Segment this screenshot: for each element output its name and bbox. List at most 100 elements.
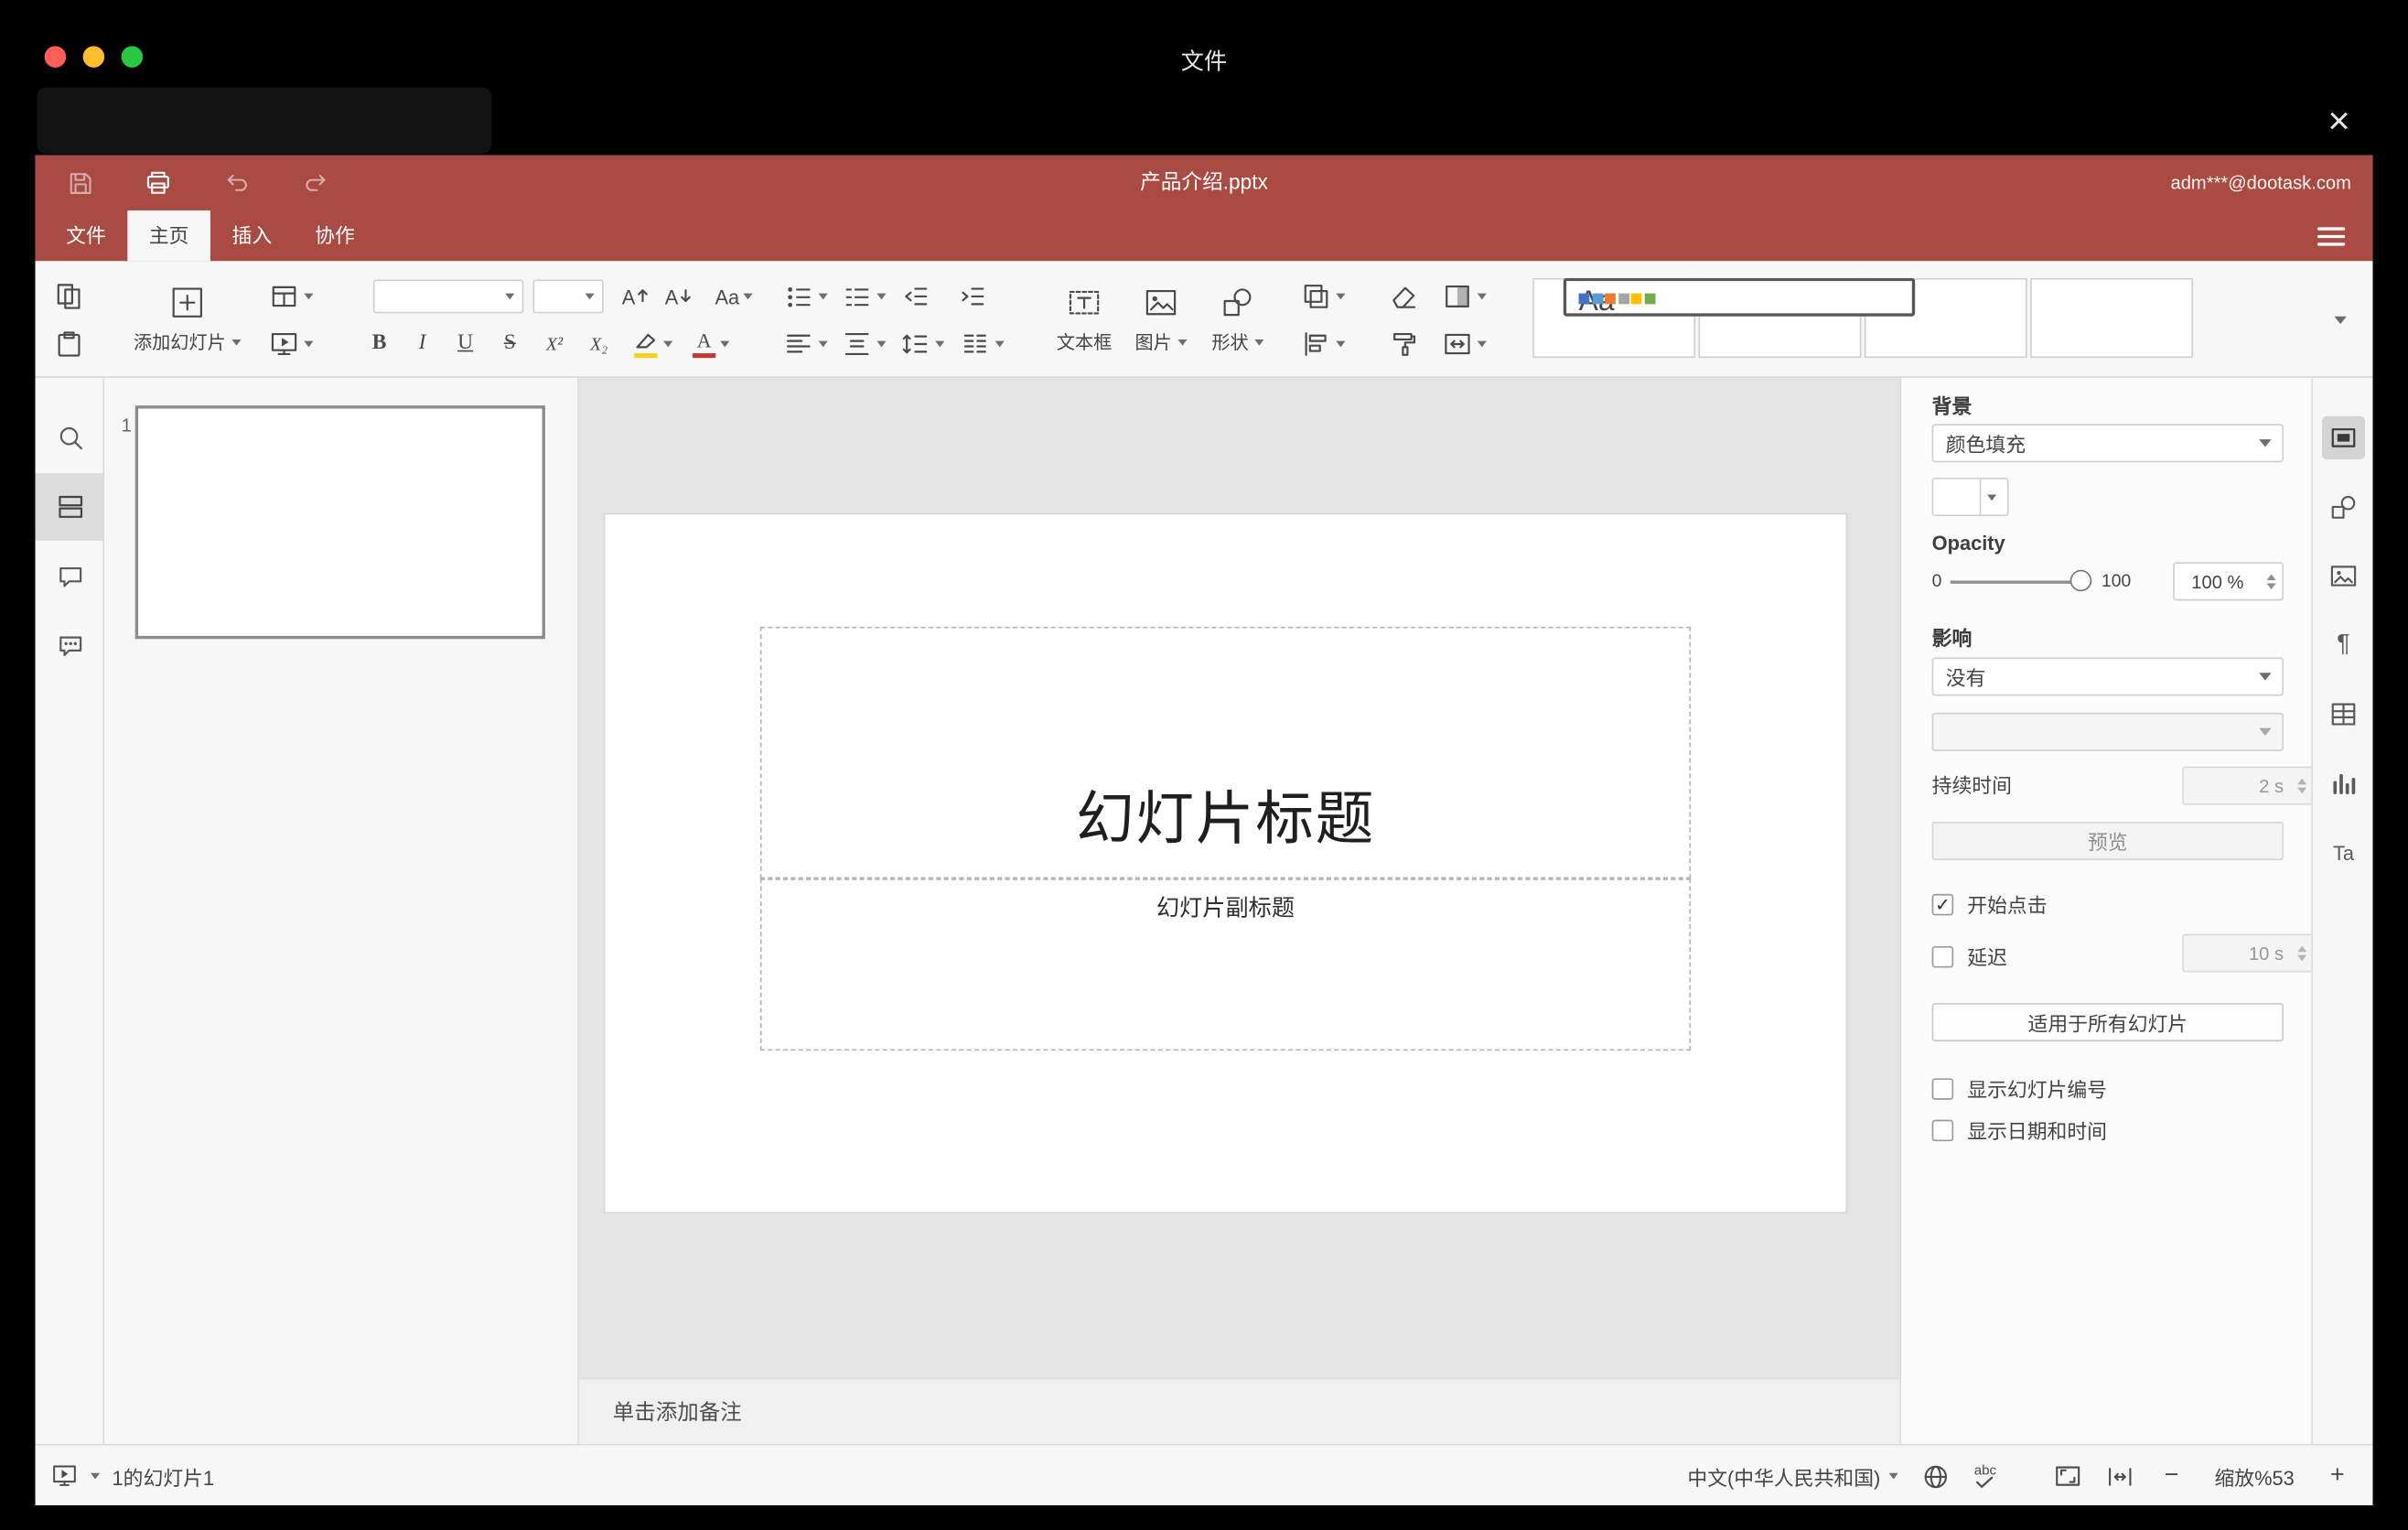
strikethrough-button[interactable]: S <box>489 322 532 365</box>
align-shape-button[interactable] <box>1292 322 1353 365</box>
chevron-down-icon[interactable] <box>91 1472 101 1480</box>
fit-width-button[interactable] <box>2105 1461 2134 1491</box>
language-select[interactable]: 中文(中华人民共和国) <box>1687 1461 1899 1491</box>
spinner-arrows[interactable] <box>2297 777 2307 794</box>
comment-icon <box>59 566 81 587</box>
slide-number-label: 1 <box>121 415 132 436</box>
theme-gallery-expand-button[interactable] <box>2319 278 2362 361</box>
tab-collaboration[interactable]: 协作 <box>294 210 377 261</box>
tab-textart-settings[interactable]: Ta <box>2313 819 2374 887</box>
copy-button[interactable] <box>48 275 91 318</box>
horizontal-align-button[interactable] <box>776 322 834 365</box>
tab-paragraph-settings[interactable]: ¶ <box>2313 611 2374 679</box>
search-button[interactable] <box>36 404 105 471</box>
show-slide-number-checkbox[interactable] <box>1931 1077 1954 1100</box>
effect-section-label: 影响 <box>1931 626 1973 651</box>
subscript-button[interactable]: X₂ <box>577 322 620 365</box>
effect-value: 没有 <box>1945 666 1986 690</box>
zoom-out-button[interactable]: − <box>2157 1462 2185 1490</box>
window-title: 文件 <box>1180 48 1228 76</box>
opacity-value-field[interactable]: 100 % <box>2173 562 2284 601</box>
numbering-button[interactable] <box>833 275 892 318</box>
delay-checkbox[interactable] <box>1931 945 1954 967</box>
duration-field[interactable]: 2 s <box>2182 766 2315 805</box>
columns-button[interactable] <box>952 322 1011 365</box>
highlight-color-button[interactable] <box>623 322 682 365</box>
tab-image-settings[interactable] <box>2313 543 2374 610</box>
copy-style-button[interactable] <box>1382 322 1425 365</box>
color-swatch-arrow <box>1979 479 2007 515</box>
tab-home[interactable]: 主页 <box>127 210 211 262</box>
increase-indent-button[interactable] <box>951 275 994 318</box>
spinner-arrows[interactable] <box>2297 944 2307 962</box>
strikethrough-icon: S <box>503 331 516 355</box>
apply-to-all-button[interactable]: 适用于所有幻灯片 <box>1931 1003 2284 1042</box>
comments-button[interactable] <box>36 544 105 611</box>
tab-file[interactable]: 文件 <box>45 210 128 261</box>
chevron-down-icon <box>876 340 886 348</box>
start-slideshow-button[interactable] <box>260 322 321 365</box>
subtitle-placeholder[interactable]: 幻灯片副标题 <box>759 878 1692 1051</box>
highlight-icon <box>633 331 658 358</box>
slider-knob[interactable] <box>2070 569 2092 592</box>
superscript-button[interactable]: X² <box>532 322 575 365</box>
line-spacing-button[interactable] <box>892 322 951 365</box>
slide-layout-button[interactable] <box>260 275 321 318</box>
insert-textbox-button[interactable]: 文本框 <box>1046 269 1123 371</box>
subscript-icon: X₂ <box>589 332 608 354</box>
slide-canvas[interactable]: 幻灯片标题 幻灯片副标题 <box>605 514 1846 1212</box>
spellcheck-button[interactable]: abc <box>1974 1463 1996 1489</box>
color-scheme-button[interactable] <box>1431 275 1496 318</box>
preview-button[interactable]: 预览 <box>1931 822 2284 860</box>
tab-shape-settings[interactable] <box>2313 473 2374 541</box>
show-date-time-checkbox[interactable] <box>1931 1118 1954 1141</box>
theme-thumbnail[interactable] <box>2030 277 2193 359</box>
notes-area[interactable]: 单击添加备注 <box>578 1377 1900 1444</box>
image-settings-icon <box>2330 566 2357 587</box>
effect-select[interactable]: 没有 <box>1931 657 2284 696</box>
opacity-slider[interactable] <box>1951 562 2092 600</box>
tab-table-settings[interactable] <box>2313 681 2374 749</box>
bold-button[interactable]: B <box>358 322 401 365</box>
font-name-select[interactable] <box>372 279 524 314</box>
insert-image-button[interactable]: 图片 <box>1123 269 1199 371</box>
slide-size-button[interactable] <box>1431 322 1496 365</box>
zoom-in-button[interactable]: + <box>2324 1462 2351 1490</box>
font-size-select[interactable] <box>532 279 604 314</box>
add-slide-button[interactable]: 添加幻灯片 <box>122 269 253 371</box>
theme-thumbnail-selected[interactable]: Aa <box>1563 277 1916 318</box>
increase-font-button[interactable]: A <box>613 275 656 318</box>
tab-insert[interactable]: 插入 <box>210 210 294 261</box>
change-case-button[interactable]: Aa <box>702 275 767 318</box>
clear-style-button[interactable] <box>1382 275 1425 318</box>
font-color-button[interactable]: A <box>682 322 740 365</box>
chevron-down-icon <box>1177 339 1188 345</box>
slide-thumbnail[interactable] <box>134 405 545 640</box>
tab-slide-settings[interactable] <box>2313 404 2374 471</box>
paste-button[interactable] <box>48 322 91 365</box>
decrease-indent-button[interactable] <box>894 275 937 318</box>
close-icon[interactable]: × <box>2313 97 2365 146</box>
fill-color-select[interactable] <box>1931 478 2009 516</box>
italic-button[interactable]: I <box>401 322 444 365</box>
menu-button[interactable] <box>2306 210 2358 261</box>
underline-button[interactable]: U <box>444 322 487 365</box>
vertical-align-button[interactable] <box>833 322 892 365</box>
fit-slide-button[interactable] <box>2053 1461 2082 1491</box>
start-on-click-checkbox[interactable]: ✓ <box>1931 893 1954 915</box>
insert-shape-button[interactable]: 形状 <box>1199 269 1276 371</box>
arrange-shape-button[interactable] <box>1292 275 1353 318</box>
fill-type-select[interactable]: 颜色填充 <box>1931 424 2284 463</box>
spinner-arrows[interactable] <box>2266 573 2276 590</box>
title-placeholder[interactable]: 幻灯片标题 <box>759 626 1692 879</box>
delay-field[interactable]: 10 s <box>2182 933 2315 973</box>
slides-panel-button[interactable] <box>35 472 105 541</box>
effect-variant-select[interactable] <box>1931 712 2284 751</box>
chevron-down-icon <box>303 293 313 300</box>
set-language-button[interactable] <box>1922 1461 1951 1491</box>
feedback-button[interactable] <box>36 613 105 681</box>
bullets-button[interactable] <box>776 275 834 318</box>
tab-chart-settings[interactable] <box>2313 749 2374 817</box>
decrease-font-button[interactable]: A <box>656 275 699 318</box>
start-slideshow-status-button[interactable] <box>50 1462 78 1490</box>
